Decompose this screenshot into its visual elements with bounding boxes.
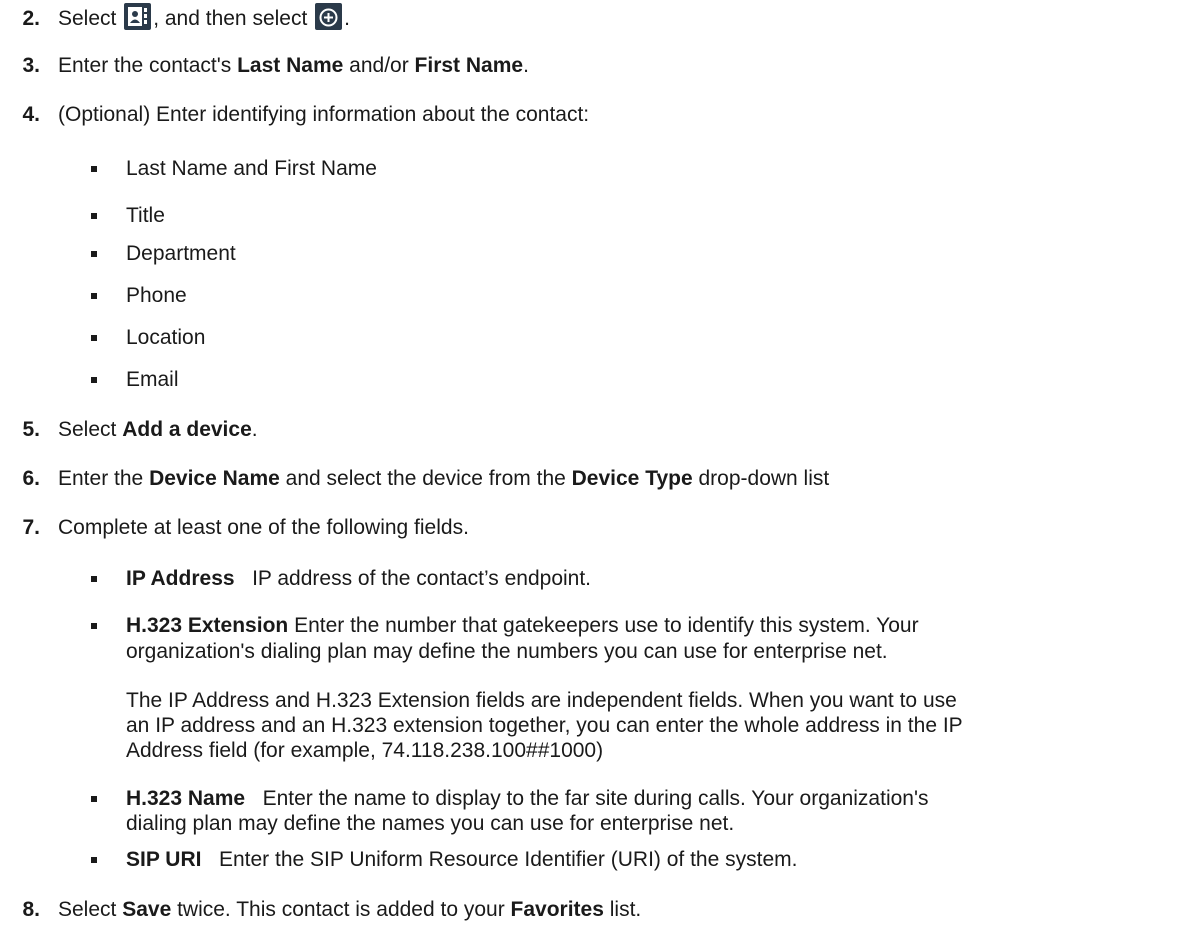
list-item-text: Last Name and First Name xyxy=(126,157,377,180)
step-text: Enter the xyxy=(58,467,150,490)
step-text: (Optional) Enter identifying information… xyxy=(58,103,590,126)
add-icon xyxy=(315,3,343,30)
step-text: Select xyxy=(58,898,123,921)
step-text: , and then select xyxy=(153,7,314,30)
note-line: The IP Address and H.323 Extension field… xyxy=(126,689,957,712)
save-label: Save xyxy=(122,898,172,921)
bullet-icon xyxy=(91,623,97,629)
list-item-text: Email xyxy=(126,368,179,391)
step-6: 6. Enter the Device Name and select the d… xyxy=(0,466,829,492)
bullet-icon xyxy=(91,293,97,299)
step-number: 6. xyxy=(22,467,40,490)
field-name-first: First Name xyxy=(414,54,524,77)
step-number: 2. xyxy=(22,7,40,30)
add-device-label: Add a device xyxy=(122,418,252,441)
h323-name-label: H.323 Name xyxy=(126,787,246,810)
bullet-icon xyxy=(91,377,97,383)
list-item-continuation: organization's dialing plan may define t… xyxy=(126,640,888,663)
step-3: 3. Enter the contact's Last Name and/or F… xyxy=(0,53,529,79)
list-item-text: Location xyxy=(126,326,206,349)
bullet-icon xyxy=(91,335,97,341)
step-number: 8. xyxy=(22,898,40,921)
step-text: and/or xyxy=(343,54,415,77)
note-line: Address field (for example, 74.118.238.1… xyxy=(126,739,604,762)
step-text: Enter the contact's xyxy=(58,54,238,77)
note-line: an IP address and an H.323 extension tog… xyxy=(126,714,963,737)
list-item-text: IP address of the contact’s endpoint. xyxy=(234,567,592,590)
step-text: Select xyxy=(58,418,123,441)
step-text: twice. This contact is added to your xyxy=(171,898,511,921)
step-text: list. xyxy=(603,898,642,921)
list-item-text: Enter the name to display to the far sit… xyxy=(245,787,929,810)
step-text: Select xyxy=(58,7,123,30)
sip-uri-label: SIP URI xyxy=(126,848,202,871)
step-5: 5. Select Add a device. xyxy=(0,417,258,443)
bullet-icon xyxy=(91,857,97,863)
step-text: . xyxy=(251,418,258,441)
list-item-text: Phone xyxy=(126,284,187,307)
list-item-text: Enter the SIP Uniform Resource Identifie… xyxy=(201,848,798,871)
step-text: Complete at least one of the following f… xyxy=(58,516,469,539)
bullet-icon xyxy=(91,213,97,219)
bullet-icon xyxy=(91,251,97,257)
step-number: 4. xyxy=(22,103,40,126)
device-type-label: Device Type xyxy=(571,467,693,490)
step-number: 5. xyxy=(22,418,40,441)
step-text: and select the device from the xyxy=(279,467,572,490)
list-item-text: Enter the number that gatekeepers use to… xyxy=(288,614,919,637)
step-7: 7. Complete at least one of the following… xyxy=(0,515,469,541)
contacts-icon xyxy=(124,3,152,30)
step-number: 7. xyxy=(22,516,40,539)
list-item-text: Department xyxy=(126,242,236,265)
step-4: 4. (Optional) Enter identifying informati… xyxy=(0,102,589,128)
bullet-icon xyxy=(91,576,97,582)
field-name-last: Last Name xyxy=(237,54,344,77)
list-item-continuation: dialing plan may define the names you ca… xyxy=(126,812,735,835)
step-8: 8. Select Save twice. This contact is add… xyxy=(0,897,641,923)
step-text: . xyxy=(523,54,529,77)
h323-extension-label: H.323 Extension xyxy=(126,614,289,637)
device-name-label: Device Name xyxy=(149,467,280,490)
step-text: . xyxy=(344,7,350,30)
ip-address-label: IP Address xyxy=(126,567,235,590)
list-item-text: Title xyxy=(126,204,165,227)
step-2: 2. Select , and then select . xyxy=(0,3,350,32)
bullet-icon xyxy=(91,796,97,802)
bullet-icon xyxy=(91,166,97,172)
step-text: drop-down list xyxy=(692,467,830,490)
step-number: 3. xyxy=(22,54,40,77)
favorites-label: Favorites xyxy=(510,898,604,921)
